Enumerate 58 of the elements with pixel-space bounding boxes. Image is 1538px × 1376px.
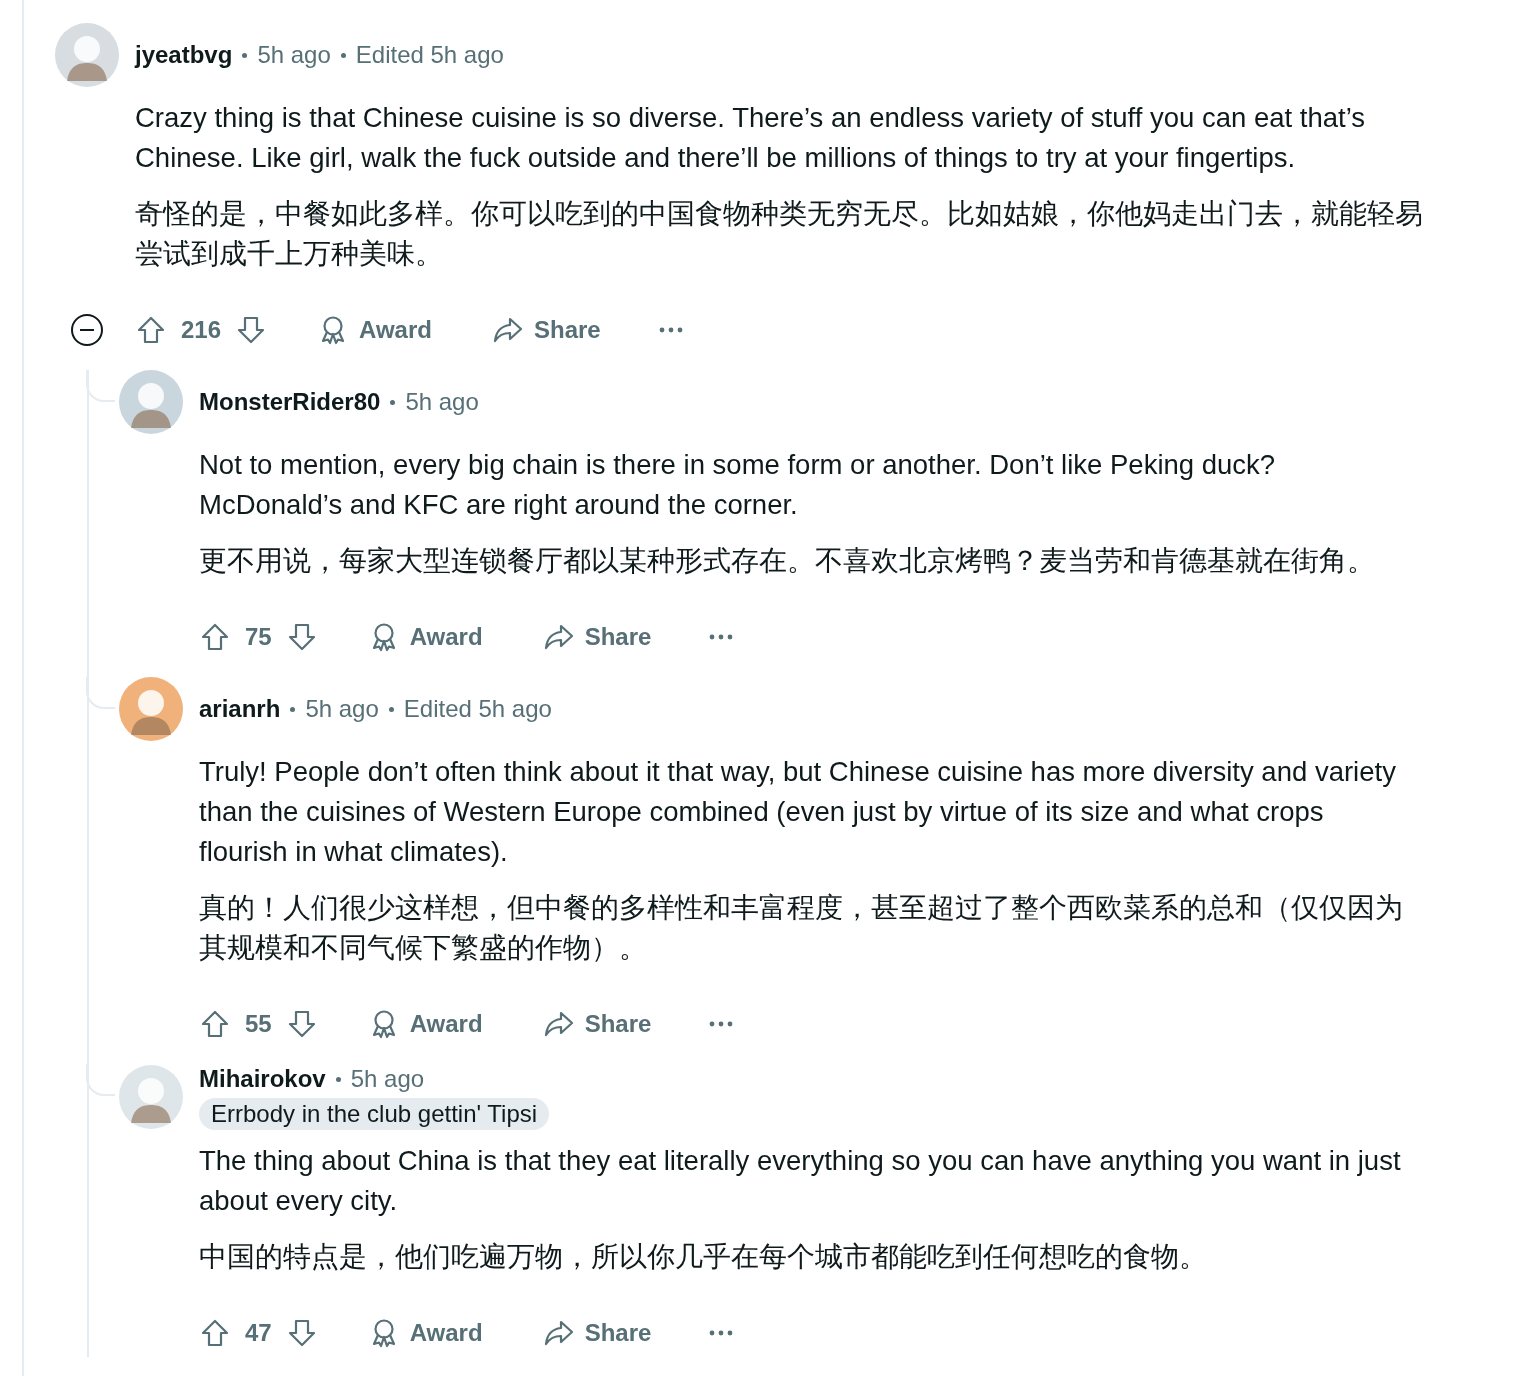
award-button[interactable]: Award <box>313 314 436 346</box>
upvote-button[interactable] <box>199 1317 231 1349</box>
separator-dot <box>340 52 346 58</box>
more-button[interactable] <box>709 1021 734 1027</box>
comment-text: Crazy thing is that Chinese cuisine is so diverse. There’s an endless variety of stuff you can eat that’s Chinese. Like girl, walk the fuck outside and there’ll be millions of things to try at your fingertips. <box>135 101 1366 175</box>
username[interactable]: jyeatbvg <box>135 40 233 70</box>
timestamp: 5h ago <box>305 694 379 724</box>
award-button[interactable]: Award <box>363 621 487 653</box>
more-icon <box>658 327 683 333</box>
user-flair: Errbody in the club gettin' Tipsi <box>199 1098 550 1130</box>
separator-dot <box>390 399 396 405</box>
user-avatar[interactable] <box>119 370 183 434</box>
vote-count: 216 <box>181 316 222 344</box>
vote-count: 75 <box>245 623 272 651</box>
upvote-button[interactable] <box>199 1008 231 1040</box>
upvote-icon <box>135 314 167 346</box>
timestamp: 5h ago <box>257 40 331 70</box>
vote-count: 47 <box>245 1319 272 1347</box>
more-icon <box>709 1330 734 1336</box>
separator-dot <box>335 1076 341 1082</box>
comment-text: 中国的特点是，他们吃遍万物，所以你几乎在每个城市都能吃到任何想吃的食物。 <box>199 1240 1208 1274</box>
separator-dot <box>290 706 296 712</box>
username[interactable]: Mihairokov <box>199 1064 326 1094</box>
more-icon <box>709 1021 734 1027</box>
username[interactable]: MonsterRider80 <box>199 387 381 417</box>
share-button[interactable]: Share <box>487 314 605 346</box>
upvote-icon <box>199 621 231 653</box>
comment-text: Truly! People don’t often think about it that way, but Chinese cuisine has more diversity and variety than the cuisines of Western Europe combined (even just by virtue of its size and what crops flourish in what climates). <box>199 755 1397 869</box>
vote-count: 55 <box>245 1010 272 1038</box>
user-avatar[interactable] <box>119 677 183 741</box>
more-button[interactable] <box>658 327 683 333</box>
more-button[interactable] <box>709 634 734 640</box>
share-button[interactable]: Share <box>538 1317 656 1349</box>
upvote-icon <box>199 1008 231 1040</box>
separator-dot <box>242 52 248 58</box>
edited-label: Edited 5h ago <box>403 694 552 724</box>
share-button[interactable]: Share <box>538 1008 656 1040</box>
share-button[interactable]: Share <box>538 621 656 653</box>
comment-text: 奇怪的是，中餐如此多样。你可以吃到的中国食物种类无穷无尽。比如姑娘，你他妈走出门去，就能轻易尝试到成千上万种美味。 <box>135 197 1424 271</box>
separator-dot <box>388 706 394 712</box>
comment-text: The thing about China is that they eat literally everything so you can have anything you want in just about every city. <box>199 1144 1402 1218</box>
username[interactable]: arianrh <box>199 694 281 724</box>
collapse-button[interactable] <box>71 314 103 346</box>
timestamp: 5h ago <box>405 387 479 417</box>
upvote-icon <box>199 1317 231 1349</box>
award-button[interactable]: Award <box>363 1008 487 1040</box>
more-button[interactable] <box>709 1330 734 1336</box>
comment-text: Not to mention, every big chain is there in some form or another. Don’t like Peking duck? McDonald’s and KFC are right around the corner. <box>199 448 1277 522</box>
timestamp: 5h ago <box>350 1064 425 1094</box>
user-avatar[interactable] <box>55 23 119 87</box>
edited-label: Edited 5h ago <box>355 40 504 70</box>
comment-text: 真的！人们很少这样想，但中餐的多样性和丰富程度，甚至超过了整个西欧菜系的总和（仅仅因为其规模和不同气候下繁盛的作物）。 <box>199 891 1404 965</box>
comment-text: 更不用说，每家大型连锁餐厅都以某种形式存在。不喜欢北京烤鸭？麦当劳和肯德基就在街角。 <box>199 544 1376 578</box>
more-icon <box>709 634 734 640</box>
upvote-button[interactable] <box>135 314 167 346</box>
user-avatar[interactable] <box>119 1065 183 1129</box>
award-button[interactable]: Award <box>363 1317 487 1349</box>
upvote-button[interactable] <box>199 621 231 653</box>
